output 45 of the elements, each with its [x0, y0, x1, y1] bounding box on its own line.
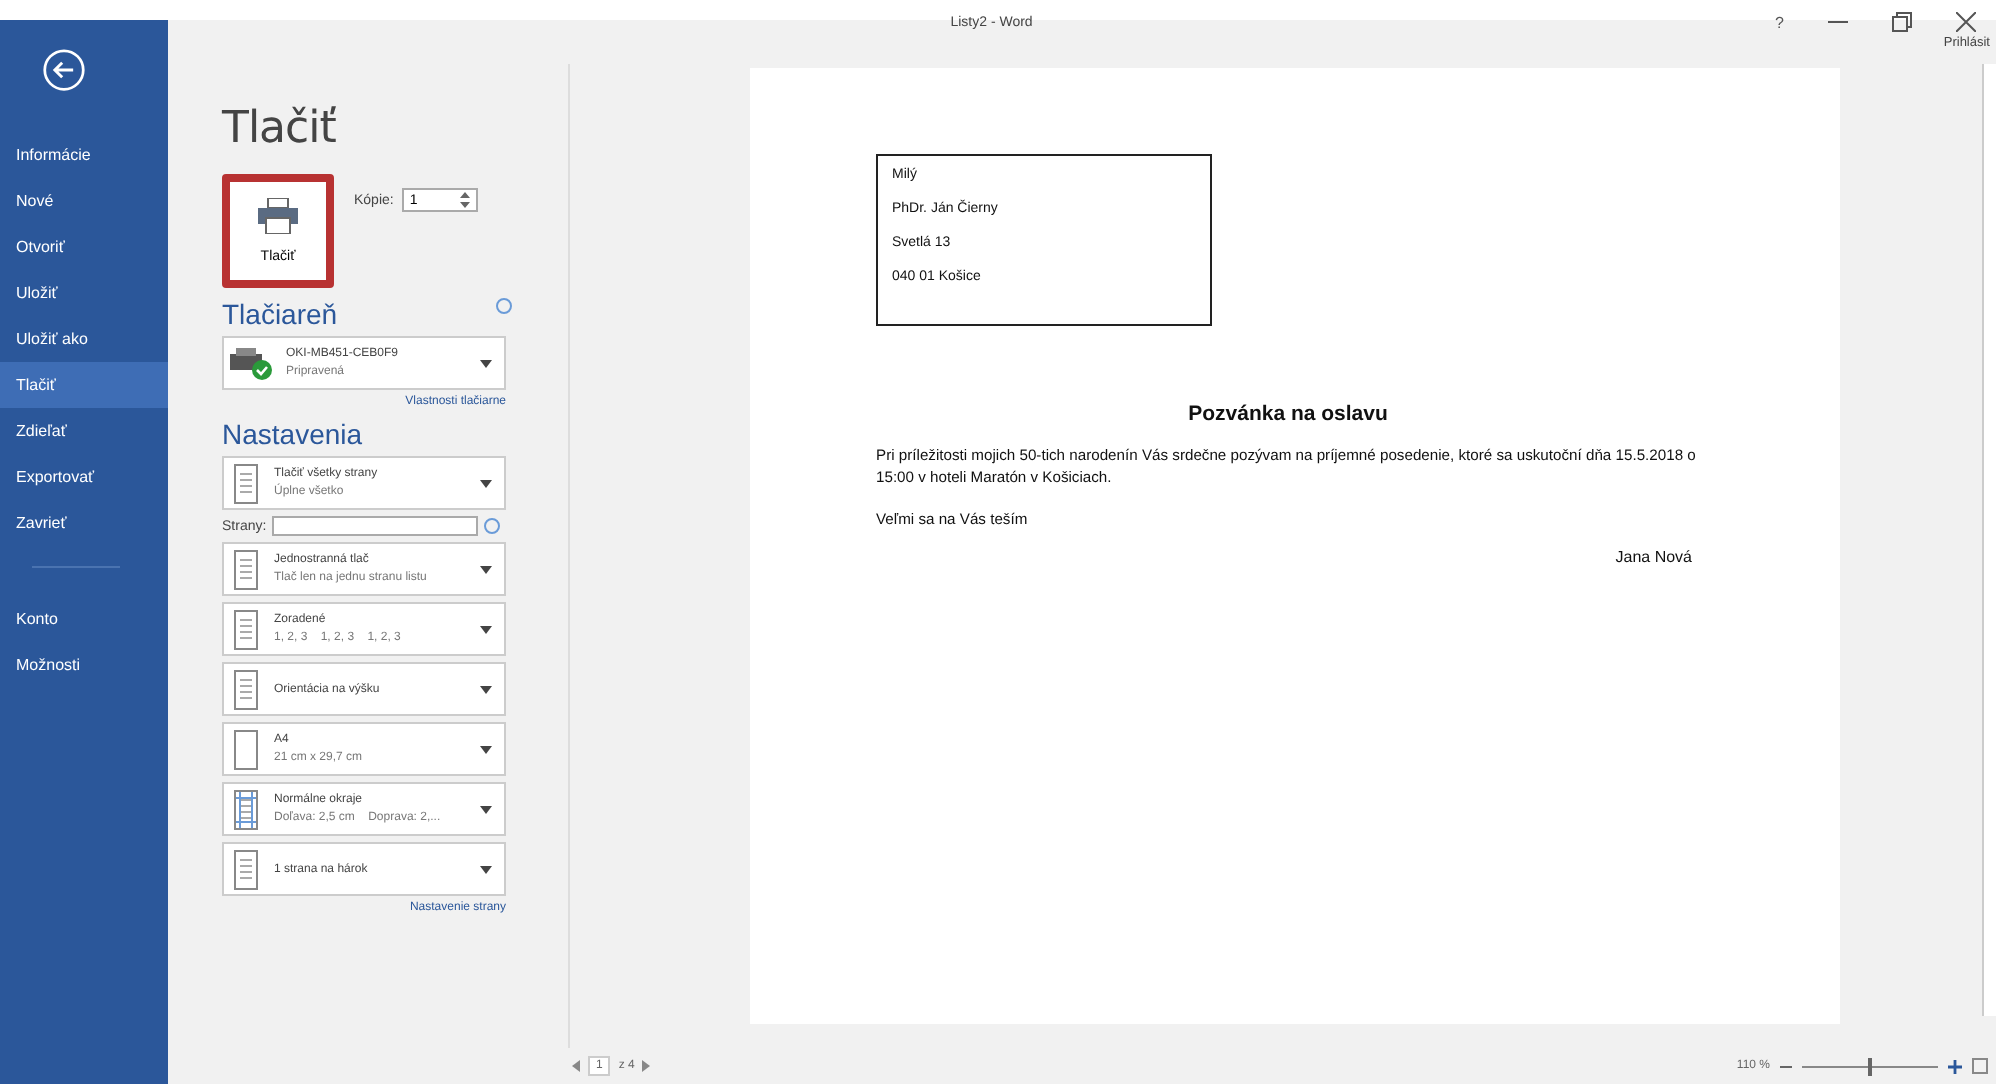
pages-input[interactable]: [272, 516, 479, 536]
dropdown-caret-icon: [480, 565, 492, 573]
section-heading: Nastavenia: [222, 418, 363, 450]
info-icon: [496, 298, 512, 314]
page-icon: [230, 669, 262, 709]
page-title: Tlačiť: [222, 104, 338, 154]
sidebar-item[interactable]: Otvoriť: [0, 224, 168, 270]
spinner-arrows-icon: [459, 190, 470, 210]
page-icon: [230, 729, 262, 769]
vertical-scrollbar[interactable]: [1982, 64, 1996, 1016]
sidebar-item[interactable]: Nové: [0, 178, 168, 224]
info-icon: [484, 518, 501, 534]
help-button[interactable]: ?: [1775, 13, 1784, 31]
sidebar-item[interactable]: Informácie: [0, 132, 168, 178]
dropdown-caret-icon: [480, 625, 492, 633]
sidebar-item[interactable]: Možnosti: [0, 642, 168, 688]
close-icon[interactable]: [1956, 12, 1976, 32]
dropdown-caret-icon: [480, 685, 492, 693]
dropdown-caret-icon: [480, 865, 492, 873]
dropdown-caret-icon: [480, 805, 492, 813]
sidebar-item[interactable]: Uložiť ako: [0, 316, 168, 362]
sidebar-item[interactable]: Zdieľať: [0, 408, 168, 454]
printer-ready-icon: [230, 347, 274, 379]
page-icon: [230, 849, 262, 889]
sidebar-item[interactable]: Exportovať: [0, 454, 168, 500]
document-heading: Pozvánka na oslavu: [1186, 402, 1390, 426]
zoom-in-icon[interactable]: [1948, 1059, 1962, 1073]
previous-page-icon[interactable]: [572, 1060, 580, 1072]
section-heading: Tlačiareň: [222, 298, 338, 330]
page-icon: [230, 463, 262, 503]
dropdown-caret-icon: [480, 359, 492, 367]
page-icon: [230, 549, 262, 589]
restore-icon[interactable]: [1892, 12, 1912, 32]
sidebar-item[interactable]: Konto: [0, 596, 168, 642]
dropdown-caret-icon: [480, 479, 492, 487]
sidebar-item[interactable]: Tlačiť: [0, 362, 168, 408]
page-icon: [230, 789, 262, 829]
page-icon: [230, 609, 262, 649]
sidebar-item[interactable]: Uložiť: [0, 270, 168, 316]
dropdown-caret-icon: [480, 745, 492, 753]
next-page-icon[interactable]: [642, 1060, 651, 1072]
sidebar-item[interactable]: Zavrieť: [0, 500, 168, 546]
signature-text: Jana Nová: [1613, 548, 1694, 567]
printer-icon: [258, 198, 298, 234]
fit-page-icon[interactable]: [1972, 1058, 1988, 1074]
